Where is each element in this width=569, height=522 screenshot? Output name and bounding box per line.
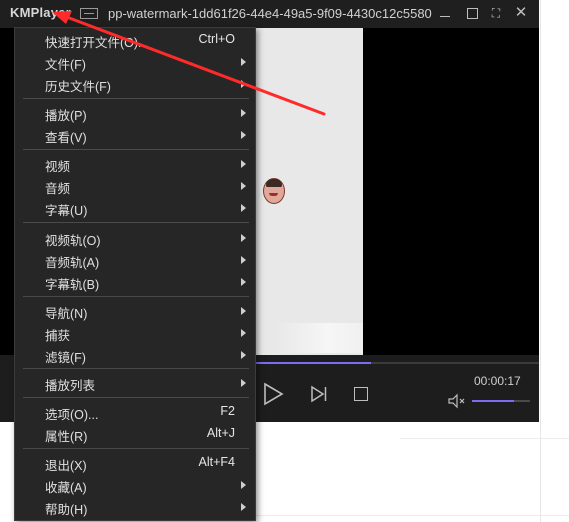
menu-separator bbox=[23, 296, 249, 297]
fullscreen-icon: ⛶ bbox=[491, 6, 501, 20]
seek-progress bbox=[255, 362, 372, 364]
submenu-arrow-icon bbox=[241, 503, 246, 511]
submenu-arrow-icon bbox=[241, 58, 246, 66]
menu-item-label: 播放列表 bbox=[45, 379, 96, 393]
fullscreen-button[interactable]: ⛶ bbox=[487, 4, 505, 22]
menu-item-label: 播放(P) bbox=[45, 109, 87, 123]
menu-item-shortcut: Ctrl+O bbox=[198, 32, 235, 46]
submenu-arrow-icon bbox=[241, 234, 246, 242]
page-divider bbox=[255, 515, 569, 516]
submenu-arrow-icon bbox=[241, 256, 246, 264]
submenu-arrow-icon bbox=[241, 329, 246, 337]
close-icon: ✕ bbox=[514, 4, 528, 21]
menu-item-file[interactable]: 文件(F) bbox=[15, 52, 255, 72]
close-button[interactable]: ✕ bbox=[512, 4, 530, 22]
menu-item-filter[interactable]: 滤镜(F) bbox=[15, 345, 255, 365]
menu-item-label: 属性(R) bbox=[45, 430, 88, 444]
video-face-image bbox=[263, 178, 285, 204]
submenu-arrow-icon bbox=[241, 80, 246, 88]
menu-item-label: 退出(X) bbox=[45, 459, 87, 473]
menu-item-audio[interactable]: 音频 bbox=[15, 176, 255, 196]
menu-item-playback[interactable]: 播放(P) bbox=[15, 103, 255, 123]
submenu-arrow-icon bbox=[241, 109, 246, 117]
app-logo[interactable]: KMPlayer bbox=[10, 5, 71, 20]
menu-item-shortcut: Alt+J bbox=[206, 426, 235, 440]
minimize-button[interactable] bbox=[436, 4, 454, 22]
menu-item-video[interactable]: 视频 bbox=[15, 154, 255, 174]
menu-separator bbox=[23, 448, 249, 449]
menu-item-audio-track[interactable]: 音频轨(A) bbox=[15, 250, 255, 270]
menu-item-help[interactable]: 帮助(H) bbox=[15, 497, 255, 517]
volume-level bbox=[472, 400, 514, 402]
menu-item-label: 查看(V) bbox=[45, 131, 87, 145]
menu-item-label: 字幕(U) bbox=[45, 204, 88, 218]
submenu-arrow-icon bbox=[241, 351, 246, 359]
restore-icon bbox=[466, 8, 478, 19]
page-divider bbox=[540, 0, 541, 522]
menu-separator bbox=[23, 397, 249, 398]
restore-button[interactable] bbox=[463, 4, 481, 22]
menu-separator bbox=[23, 368, 249, 369]
stop-icon[interactable] bbox=[354, 387, 368, 401]
menu-item-label: 视频 bbox=[45, 160, 71, 174]
menu-separator bbox=[23, 222, 249, 223]
menu-item-exit[interactable]: 退出(X) Alt+F4 bbox=[15, 453, 255, 473]
title-bar[interactable]: KMPlayer pp-watermark-1dd61f26-44e4-49a5… bbox=[0, 0, 539, 28]
submenu-arrow-icon bbox=[241, 182, 246, 190]
menu-item-shortcut: F2 bbox=[220, 404, 235, 418]
play-icon[interactable] bbox=[258, 380, 286, 408]
menu-item-label: 快速打开文件(O)... bbox=[45, 36, 149, 50]
menu-item-label: 捕获 bbox=[45, 329, 71, 343]
menu-item-properties[interactable]: 属性(R) Alt+J bbox=[15, 424, 255, 444]
menu-item-label: 音频 bbox=[45, 182, 71, 196]
submenu-arrow-icon bbox=[241, 379, 246, 387]
minimize-icon bbox=[440, 16, 450, 17]
window-title: pp-watermark-1dd61f26-44e4-49a5-9f09-443… bbox=[108, 6, 432, 21]
submenu-arrow-icon bbox=[241, 131, 246, 139]
elapsed-time: 00:00:17 bbox=[474, 374, 521, 388]
menu-item-shortcut: Alt+F4 bbox=[198, 455, 235, 469]
menu-item-label: 字幕轨(B) bbox=[45, 278, 100, 292]
menu-item-label: 导航(N) bbox=[45, 307, 88, 321]
volume-slider[interactable] bbox=[472, 400, 530, 402]
menu-item-video-track[interactable]: 视频轨(O) bbox=[15, 228, 255, 248]
menu-item-capture[interactable]: 捕获 bbox=[15, 323, 255, 343]
submenu-arrow-icon bbox=[241, 160, 246, 168]
screen-mode-icon[interactable] bbox=[80, 8, 98, 19]
menu-item-label: 选项(O)... bbox=[45, 408, 99, 422]
submenu-arrow-icon bbox=[241, 307, 246, 315]
menu-item-label: 滤镜(F) bbox=[45, 351, 86, 365]
menu-item-open-quick[interactable]: 快速打开文件(O)... Ctrl+O bbox=[15, 30, 255, 50]
menu-item-label: 历史文件(F) bbox=[45, 80, 111, 94]
menu-item-playlist[interactable]: 播放列表 bbox=[15, 373, 255, 393]
menu-item-history[interactable]: 历史文件(F) bbox=[15, 74, 255, 94]
menu-item-label: 收藏(A) bbox=[45, 481, 87, 495]
menu-separator bbox=[23, 98, 249, 99]
context-menu: 快速打开文件(O)... Ctrl+O 文件(F) 历史文件(F) 播放(P) … bbox=[14, 27, 256, 521]
submenu-arrow-icon bbox=[241, 481, 246, 489]
page-divider bbox=[400, 438, 569, 439]
menu-item-label: 视频轨(O) bbox=[45, 234, 101, 248]
menu-item-favorites[interactable]: 收藏(A) bbox=[15, 475, 255, 495]
menu-item-subtitle[interactable]: 字幕(U) bbox=[15, 198, 255, 218]
next-icon[interactable] bbox=[308, 384, 330, 404]
menu-separator bbox=[23, 149, 249, 150]
video-frame-strip bbox=[275, 323, 363, 353]
submenu-arrow-icon bbox=[241, 278, 246, 286]
menu-item-navigation[interactable]: 导航(N) bbox=[15, 301, 255, 321]
menu-item-label: 帮助(H) bbox=[45, 503, 88, 517]
seek-bar[interactable] bbox=[255, 362, 539, 364]
menu-item-subtitle-track[interactable]: 字幕轨(B) bbox=[15, 272, 255, 292]
menu-item-options[interactable]: 选项(O)... F2 bbox=[15, 402, 255, 422]
mute-icon[interactable] bbox=[447, 393, 467, 409]
menu-item-label: 音频轨(A) bbox=[45, 256, 100, 270]
menu-item-label: 文件(F) bbox=[45, 58, 86, 72]
menu-item-view[interactable]: 查看(V) bbox=[15, 125, 255, 145]
submenu-arrow-icon bbox=[241, 204, 246, 212]
